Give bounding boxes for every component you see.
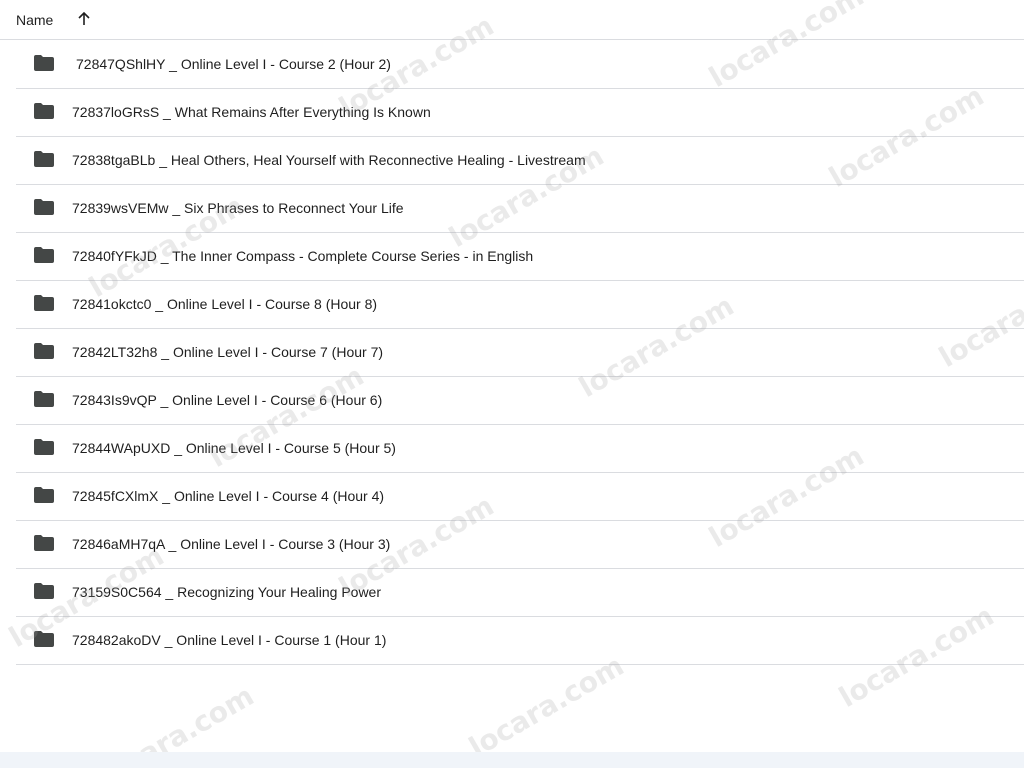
list-item[interactable]: 72847QShlHY _ Online Level I - Course 2 …: [16, 41, 1024, 89]
folder-icon: [34, 199, 54, 217]
folder-name: 73159S0C564 _ Recognizing Your Healing P…: [72, 584, 381, 600]
watermark-text: locara.com: [463, 649, 630, 764]
folder-icon: [34, 343, 54, 361]
list-item[interactable]: 72846aMH7qA _ Online Level I - Course 3 …: [16, 521, 1024, 569]
folder-name: 72842LT32h8 _ Online Level I - Course 7 …: [72, 344, 384, 360]
folder-name: 72843Is9vQP _ Online Level I - Course 6 …: [72, 392, 383, 408]
folder-icon: [34, 295, 54, 313]
list-item[interactable]: 72842LT32h8 _ Online Level I - Course 7 …: [16, 329, 1024, 377]
list-item[interactable]: 72841okctc0 _ Online Level I - Course 8 …: [16, 281, 1024, 329]
folder-name: 72841okctc0 _ Online Level I - Course 8 …: [72, 296, 378, 312]
folder-icon: [34, 247, 54, 265]
name-column-header[interactable]: Name: [16, 12, 53, 28]
folder-name: 72839wsVEMw _ Six Phrases to Reconnect Y…: [72, 200, 404, 216]
list-item[interactable]: 728482akoDV _ Online Level I - Course 1 …: [16, 617, 1024, 665]
folder-icon: [34, 55, 54, 73]
folder-name: 72845fCXlmX _ Online Level I - Course 4 …: [72, 488, 385, 504]
file-list-page: Name 72847QShlHY _ Online Level I - Cour…: [0, 0, 1024, 768]
folder-icon: [34, 631, 54, 649]
list-item[interactable]: 72837loGRsS _ What Remains After Everyth…: [16, 89, 1024, 137]
folder-icon: [34, 103, 54, 121]
list-item[interactable]: 72845fCXlmX _ Online Level I - Course 4 …: [16, 473, 1024, 521]
folder-icon: [34, 535, 54, 553]
list-item[interactable]: 72844WApUXD _ Online Level I - Course 5 …: [16, 425, 1024, 473]
folder-icon: [34, 487, 54, 505]
list-item[interactable]: 72840fYFkJD _ The Inner Compass - Comple…: [16, 233, 1024, 281]
folder-icon: [34, 151, 54, 169]
folder-icon: [34, 439, 54, 457]
list-item[interactable]: 72839wsVEMw _ Six Phrases to Reconnect Y…: [16, 185, 1024, 233]
arrow-up-icon[interactable]: [75, 10, 93, 28]
folder-name: 72840fYFkJD _ The Inner Compass - Comple…: [72, 248, 534, 264]
folder-name: 72844WApUXD _ Online Level I - Course 5 …: [72, 440, 396, 456]
list-item[interactable]: 73159S0C564 _ Recognizing Your Healing P…: [16, 569, 1024, 617]
folder-icon: [34, 391, 54, 409]
bottom-bar: [0, 752, 1024, 768]
folder-name: 72846aMH7qA _ Online Level I - Course 3 …: [72, 536, 391, 552]
list-item[interactable]: 72843Is9vQP _ Online Level I - Course 6 …: [16, 377, 1024, 425]
list-item[interactable]: 72838tgaBLb _ Heal Others, Heal Yourself…: [16, 137, 1024, 185]
folder-name: 728482akoDV _ Online Level I - Course 1 …: [72, 632, 387, 648]
folder-name: 72847QShlHY _ Online Level I - Course 2 …: [76, 56, 391, 72]
list-header: Name: [0, 0, 1024, 40]
folder-list: 72847QShlHY _ Online Level I - Course 2 …: [16, 41, 1024, 665]
folder-name: 72837loGRsS _ What Remains After Everyth…: [72, 104, 431, 120]
folder-icon: [34, 583, 54, 601]
folder-name: 72838tgaBLb _ Heal Others, Heal Yourself…: [72, 152, 586, 168]
